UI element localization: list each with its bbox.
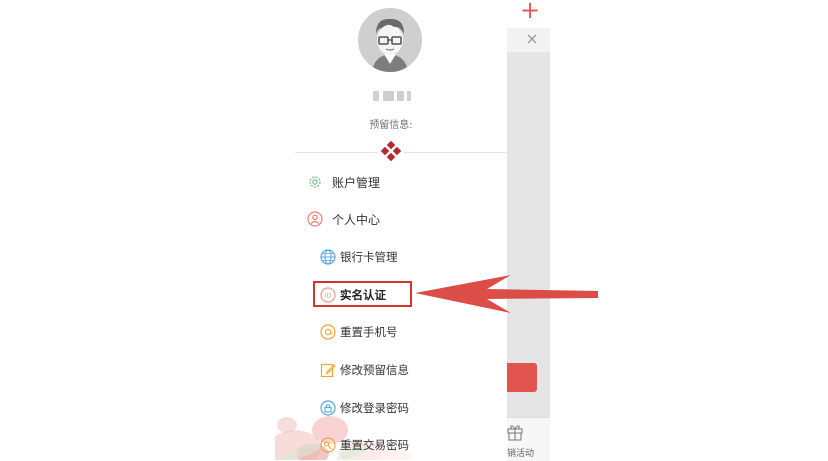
menu-label: 账户管理	[332, 175, 381, 190]
submenu-reset-transaction-password[interactable]: 重置交易密码	[320, 434, 409, 456]
menu-label: 重置交易密码	[340, 438, 409, 452]
menu-personal-center[interactable]: 个人中心	[307, 208, 380, 230]
submenu-modify-login-password[interactable]: 修改登录密码	[320, 397, 409, 419]
at-sign-icon	[320, 324, 336, 340]
avatar-icon	[358, 8, 422, 72]
menu-label: 修改登录密码	[340, 401, 409, 415]
add-button[interactable]: +	[518, 0, 542, 22]
close-icon[interactable]: ×	[522, 29, 542, 49]
menu-label: 银行卡管理	[340, 250, 398, 264]
gear-icon	[307, 174, 323, 190]
lock-icon	[320, 400, 336, 416]
menu-label: 个人中心	[332, 212, 381, 227]
key-icon	[320, 437, 336, 453]
bank-logo-icon	[378, 141, 404, 163]
person-icon	[307, 211, 323, 227]
submenu-modify-reserved-info[interactable]: 修改预留信息	[320, 359, 409, 381]
edit-icon	[320, 362, 336, 378]
gift-icon[interactable]	[507, 423, 523, 441]
highlight-box	[313, 281, 412, 307]
globe-icon	[320, 249, 336, 265]
submenu-reset-phone-number[interactable]: 重置手机号	[320, 321, 398, 343]
submenu-bank-card-management[interactable]: 银行卡管理	[320, 246, 398, 268]
annotation-arrow	[415, 275, 598, 313]
username-redacted	[373, 89, 413, 103]
reserved-info-label: 预留信息:	[369, 120, 413, 131]
red-action-button[interactable]	[507, 363, 537, 392]
avatar[interactable]	[358, 8, 422, 72]
menu-label: 修改预留信息	[340, 363, 409, 377]
side-drawer: 预留信息: 账户管理 个人中心 银行卡管理 ID 实名认证 重置手机号 修改预留…	[275, 0, 507, 460]
menu-account-management[interactable]: 账户管理	[307, 171, 380, 193]
menu-label: 重置手机号	[340, 325, 398, 339]
activity-tab-label[interactable]: 销活动	[507, 446, 534, 459]
